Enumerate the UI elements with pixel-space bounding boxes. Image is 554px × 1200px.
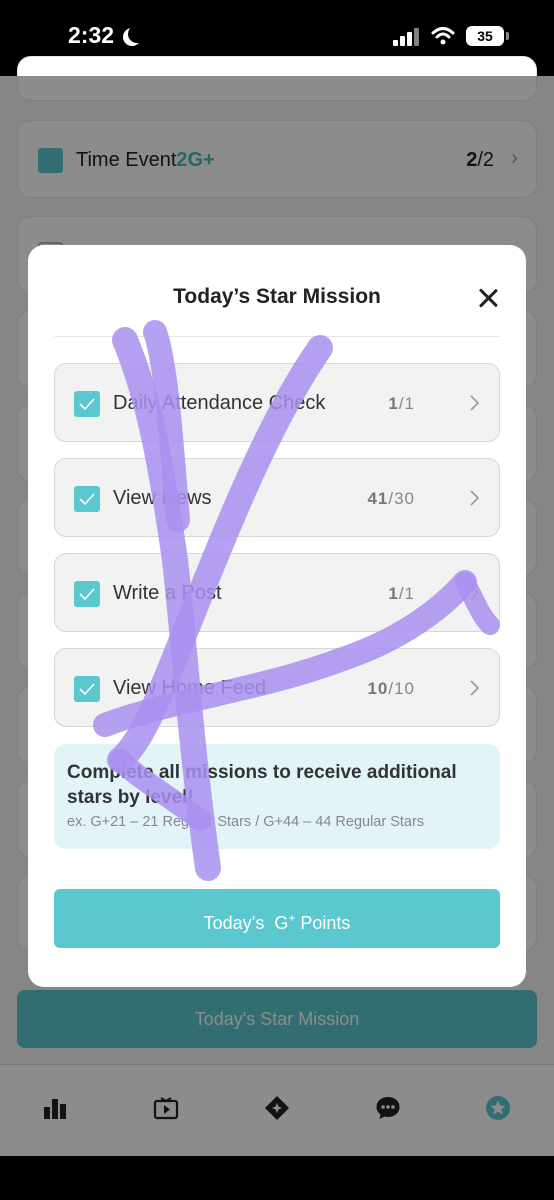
checkbox-checked-icon[interactable] bbox=[74, 391, 100, 417]
chevron-right-icon bbox=[470, 585, 480, 601]
checkbox-checked-icon[interactable] bbox=[74, 486, 100, 512]
modal-title: Today’s Star Mission bbox=[173, 285, 381, 308]
todays-points-button[interactable]: Today’s G+ Points bbox=[54, 889, 500, 948]
chevron-right-icon bbox=[470, 395, 480, 411]
close-icon[interactable] bbox=[475, 285, 501, 311]
notice-title: Complete all missions to receive additio… bbox=[67, 762, 457, 808]
home-indicator-area bbox=[0, 1156, 554, 1200]
bonus-notice: Complete all missions to receive additio… bbox=[54, 744, 500, 849]
checkbox-checked-icon[interactable] bbox=[74, 676, 100, 702]
status-time: 2:32 bbox=[68, 22, 115, 48]
chevron-right-icon bbox=[470, 680, 480, 696]
mission-row-write-post[interactable]: Write a Post 1/1 bbox=[54, 553, 500, 632]
chevron-right-icon bbox=[470, 490, 480, 506]
mission-progress: 1/1 bbox=[388, 584, 415, 603]
divider bbox=[54, 336, 500, 337]
mission-progress: 1/1 bbox=[388, 394, 415, 413]
mission-row-view-home-feed[interactable]: View Home Feed 10/10 bbox=[54, 648, 500, 727]
moon-icon bbox=[128, 25, 146, 43]
battery-icon: 35 bbox=[466, 26, 509, 46]
mission-progress: 10/10 bbox=[367, 679, 415, 698]
mission-progress: 41/30 bbox=[367, 489, 415, 508]
mission-row-view-news[interactable]: View News 41/30 bbox=[54, 458, 500, 537]
signal-icon bbox=[393, 28, 419, 46]
mission-label: View News bbox=[113, 487, 212, 509]
mission-row-daily-attendance[interactable]: Daily Attendance Check 1/1 bbox=[54, 363, 500, 442]
wifi-icon bbox=[431, 27, 455, 45]
mission-label: Daily Attendance Check bbox=[113, 392, 326, 414]
mission-label: View Home Feed bbox=[113, 677, 267, 699]
star-mission-modal: Today’s Star Mission Daily Attendance Ch… bbox=[28, 245, 526, 987]
mission-label: Write a Post bbox=[113, 582, 222, 604]
notice-example: ex. G+21 – 21 Regular Stars / G+44 – 44 … bbox=[67, 814, 425, 830]
checkbox-checked-icon[interactable] bbox=[74, 581, 100, 607]
